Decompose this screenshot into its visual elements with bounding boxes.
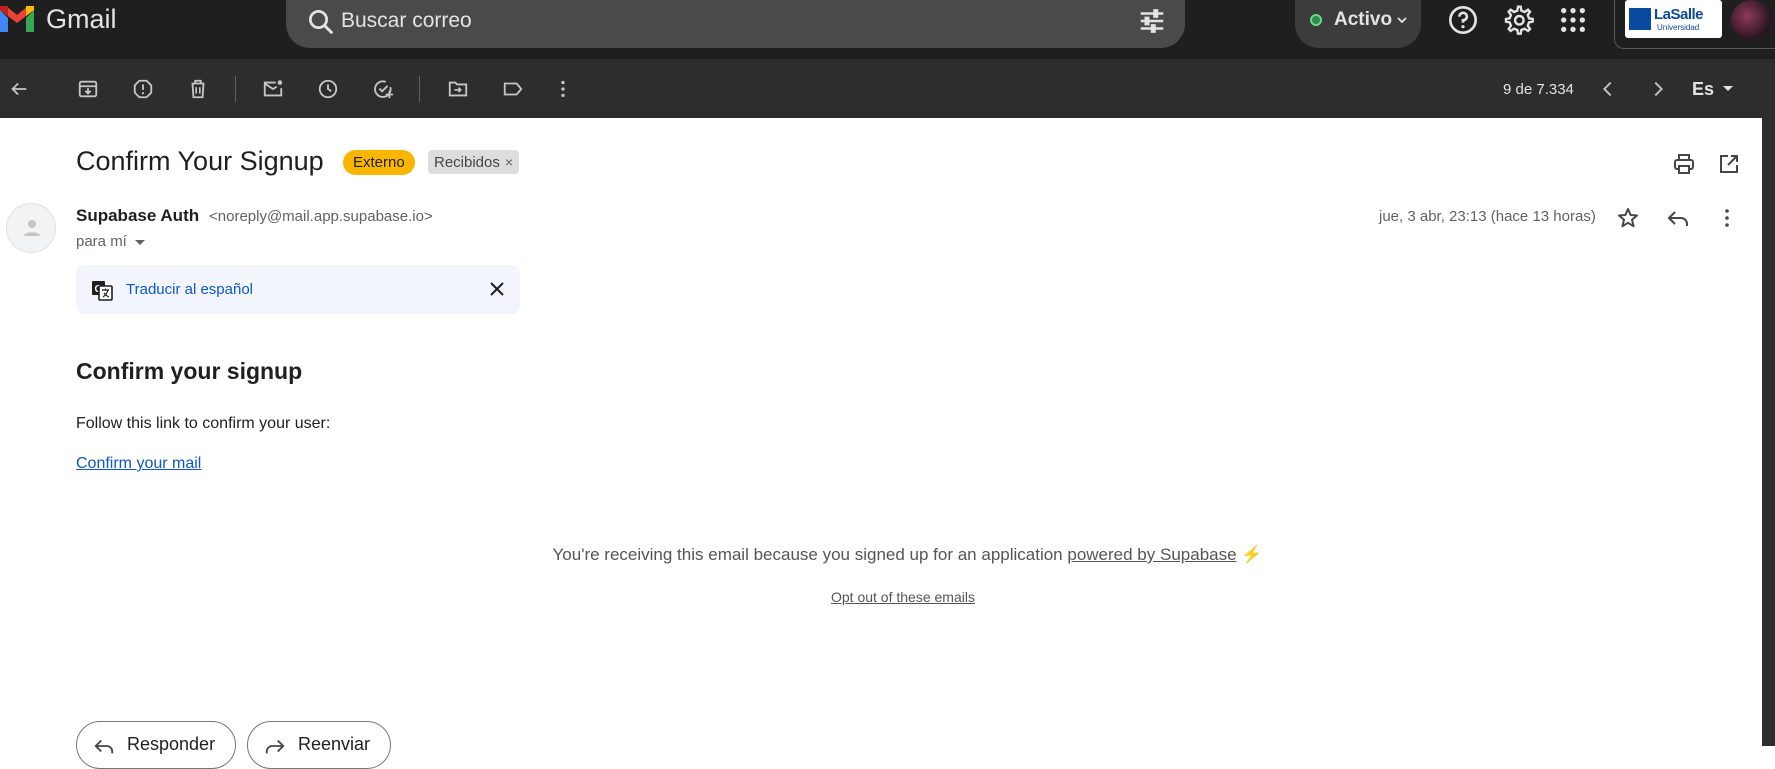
input-language-button[interactable]: Es — [1692, 79, 1714, 100]
sender-name[interactable]: Supabase Auth — [76, 206, 199, 226]
reply-button-label: Responder — [127, 734, 216, 754]
footer-notice: You're receiving this email because you … — [0, 545, 1775, 565]
star-icon[interactable] — [1616, 206, 1640, 230]
apps-grid-icon[interactable] — [1557, 4, 1589, 36]
scrollbar-track[interactable] — [1762, 118, 1775, 746]
reply-icon[interactable] — [1666, 206, 1690, 230]
confirm-mail-link[interactable]: Confirm your mail — [76, 455, 201, 473]
forward-arrow-icon — [265, 739, 285, 754]
settings-gear-icon[interactable] — [1502, 4, 1534, 36]
open-in-new-window-icon[interactable] — [1717, 152, 1741, 176]
help-icon[interactable] — [1447, 4, 1479, 36]
inbox-label-chip[interactable]: Recibidos × — [428, 150, 520, 174]
org-subtitle: Universidad — [1657, 23, 1700, 32]
search-options-icon[interactable] — [1137, 6, 1167, 36]
search-bar[interactable] — [286, 0, 1185, 48]
archive-icon[interactable] — [77, 78, 99, 100]
opt-out-link[interactable]: Opt out of these emails — [831, 589, 975, 605]
powered-by-supabase-link[interactable]: powered by Supabase — [1067, 545, 1236, 564]
reply-button[interactable]: Responder — [76, 721, 236, 769]
translate-link[interactable]: Traducir al español — [126, 281, 253, 298]
reply-arrow-icon — [94, 739, 114, 754]
close-icon[interactable] — [488, 280, 506, 298]
show-details-caret-icon[interactable] — [135, 240, 145, 245]
forward-button-label: Reenviar — [298, 734, 371, 754]
remove-label-icon[interactable]: × — [505, 154, 513, 170]
recipient-line: para mí — [76, 233, 127, 250]
move-to-folder-icon[interactable] — [447, 78, 469, 100]
caret-down-icon[interactable] — [1723, 86, 1733, 91]
org-name: LaSalle — [1654, 6, 1704, 23]
previous-chevron-icon[interactable] — [1597, 78, 1619, 100]
search-input[interactable] — [341, 6, 1101, 36]
external-label-badge: Externo — [343, 150, 415, 175]
gmail-logo-icon[interactable] — [0, 6, 34, 32]
back-arrow-icon[interactable] — [8, 78, 30, 100]
more-options-icon[interactable] — [1715, 206, 1739, 230]
status-selector[interactable]: Activo — [1295, 0, 1421, 48]
email-subject: Confirm Your Signup — [76, 146, 324, 176]
toolbar-divider — [419, 76, 420, 102]
message-counter: 9 de 7.334 — [1503, 81, 1574, 98]
toolbar-divider — [235, 76, 236, 102]
label-icon[interactable] — [502, 78, 524, 100]
inbox-label-text: Recibidos — [434, 154, 500, 171]
footer-text: You're receiving this email because you … — [552, 545, 1068, 564]
organization-logo[interactable]: LaSalle Universidad — [1625, 0, 1722, 38]
sender-avatar[interactable] — [6, 203, 56, 253]
next-chevron-icon[interactable] — [1647, 78, 1669, 100]
add-to-tasks-icon[interactable] — [372, 78, 394, 100]
lasalle-logo-icon — [1629, 8, 1651, 30]
person-icon — [24, 220, 40, 236]
translate-icon: G — [92, 281, 113, 301]
status-dot — [1310, 14, 1322, 26]
delete-icon[interactable] — [187, 78, 209, 100]
user-avatar[interactable] — [1731, 0, 1771, 40]
forward-button[interactable]: Reenviar — [247, 721, 391, 769]
sender-email: <noreply@mail.app.supabase.io> — [209, 208, 433, 225]
mark-unread-icon[interactable] — [262, 78, 284, 100]
top-bar: Gmail Activo LaSalle Universidad — [0, 0, 1775, 59]
more-vert-icon[interactable] — [552, 78, 574, 100]
chevron-down-icon — [1397, 17, 1407, 24]
snooze-clock-icon[interactable] — [317, 78, 339, 100]
message-toolbar: 9 de 7.334 Es — [0, 59, 1775, 118]
message-date: jue, 3 abr, 23:13 (hace 13 horas) — [1379, 208, 1596, 225]
body-paragraph: Follow this link to confirm your user: — [76, 415, 331, 432]
print-icon[interactable] — [1672, 152, 1696, 176]
translate-banner: G Traducir al español — [76, 265, 520, 314]
search-icon[interactable] — [306, 7, 336, 37]
lightning-emoji: ⚡ — [1241, 545, 1263, 564]
app-name[interactable]: Gmail — [46, 4, 117, 35]
body-heading: Confirm your signup — [76, 358, 303, 384]
status-label: Activo — [1334, 9, 1393, 30]
report-spam-icon[interactable] — [132, 78, 154, 100]
